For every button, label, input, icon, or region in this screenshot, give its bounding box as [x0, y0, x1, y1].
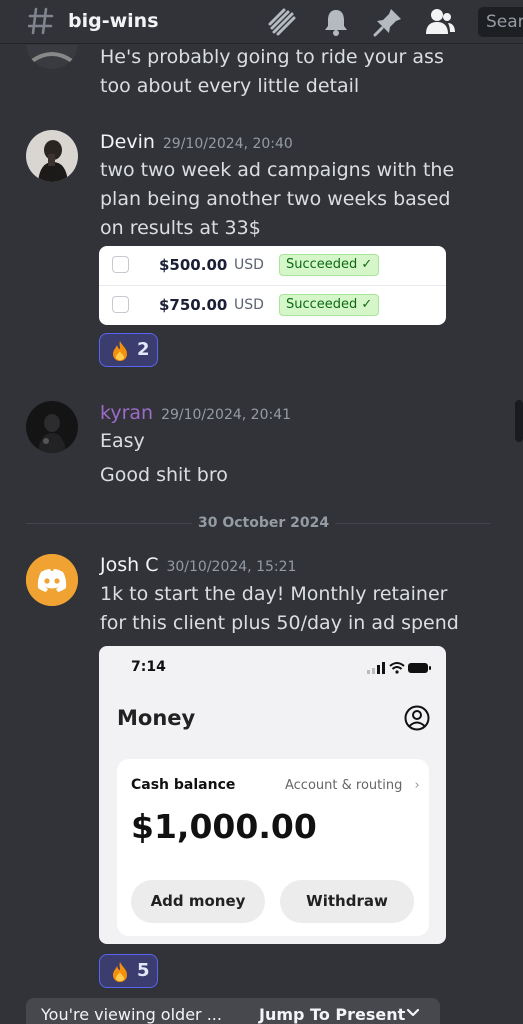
pin-icon[interactable]: [372, 6, 404, 38]
older-messages-text: You're viewing older ...: [41, 1005, 222, 1024]
channel-name: big-wins: [68, 10, 159, 32]
message-author[interactable]: Devin 29/10/2024, 20:40: [100, 131, 293, 153]
payment-row: $500.00 USD Succeeded ✓: [99, 246, 446, 285]
payment-currency: USD: [234, 257, 264, 273]
reaction-count: 2: [137, 339, 150, 360]
payment-status-badge: Succeeded ✓: [279, 254, 380, 276]
add-money-button: Add money: [131, 880, 265, 923]
avatar-image: [26, 401, 78, 453]
hashtag-icon: [28, 7, 54, 35]
cash-balance-label: Cash balance: [131, 777, 236, 793]
cash-balance-amount: $1,000.00: [131, 807, 317, 846]
checkbox: [112, 256, 129, 273]
fire-emoji-icon: [113, 962, 127, 982]
avatar-image: [26, 130, 78, 182]
payment-row: $750.00 USD Succeeded ✓: [99, 286, 446, 325]
member-list-icon[interactable]: [424, 6, 456, 38]
avatar-image: [26, 45, 78, 69]
author-name[interactable]: Devin: [100, 131, 155, 153]
chevron-right-icon: ›: [414, 778, 420, 793]
message-timestamp: 29/10/2024, 20:41: [161, 407, 292, 423]
search-input[interactable]: Sear: [478, 7, 523, 37]
jump-to-present-button[interactable]: Jump To Present: [259, 1005, 405, 1024]
bank-app-screenshot[interactable]: 7:14 Money Cash balance Account & routin…: [99, 646, 446, 944]
message-author[interactable]: kyran 29/10/2024, 20:41: [100, 402, 291, 424]
avatar[interactable]: [26, 401, 78, 453]
threads-icon[interactable]: [266, 6, 298, 38]
message-author[interactable]: Josh C 30/10/2024, 15:21: [100, 554, 296, 576]
channel-header: big-wins Sear: [0, 0, 523, 44]
profile-icon: [404, 705, 430, 731]
date-divider-label: 30 October 2024: [192, 515, 336, 531]
fire-emoji-icon: [113, 341, 127, 361]
message-timestamp: 30/10/2024, 15:21: [166, 559, 297, 575]
status-bar-time: 7:14: [131, 659, 166, 675]
message-timestamp: 29/10/2024, 20:40: [162, 136, 293, 152]
avatar[interactable]: [26, 130, 78, 182]
discord-logo-icon: [26, 554, 78, 606]
message-text: 1k to start the day! Monthly retainer fo…: [100, 583, 459, 634]
message-text: two two week ad campaigns with the plan …: [100, 159, 455, 239]
author-name[interactable]: kyran: [100, 402, 153, 424]
page-title: Money: [117, 706, 196, 730]
withdraw-button: Withdraw: [280, 880, 414, 923]
reaction-count: 5: [137, 960, 150, 981]
avatar[interactable]: [26, 554, 78, 606]
message-text: Good shit bro: [100, 464, 228, 486]
message-list: He's probably going to ride your ass too…: [0, 45, 523, 1024]
notification-bell-icon[interactable]: [320, 6, 352, 38]
message-text: Easy: [100, 430, 145, 452]
payment-currency: USD: [234, 297, 264, 313]
author-name[interactable]: Josh C: [100, 554, 158, 576]
chevron-down-icon[interactable]: [406, 1007, 420, 1019]
status-bar-icons: [367, 662, 431, 674]
cash-balance-card: Cash balance Account & routing › $1,000.…: [117, 759, 429, 936]
payment-status-badge: Succeeded ✓: [279, 294, 380, 316]
reaction-button[interactable]: 5: [99, 954, 158, 988]
account-routing-link: Account & routing ›: [285, 778, 420, 793]
scrollbar-thumb[interactable]: [515, 400, 523, 442]
reaction-button[interactable]: 2: [99, 333, 158, 367]
payment-amount: $750.00: [159, 296, 228, 314]
older-messages-bar: You're viewing older ... Jump To Present: [26, 998, 440, 1024]
payments-screenshot[interactable]: $500.00 USD Succeeded ✓ $750.00 USD Succ…: [99, 246, 446, 325]
payment-amount: $500.00: [159, 256, 228, 274]
checkbox: [112, 296, 129, 313]
message-text: He's probably going to ride your ass too…: [100, 46, 444, 97]
avatar[interactable]: [26, 45, 78, 69]
